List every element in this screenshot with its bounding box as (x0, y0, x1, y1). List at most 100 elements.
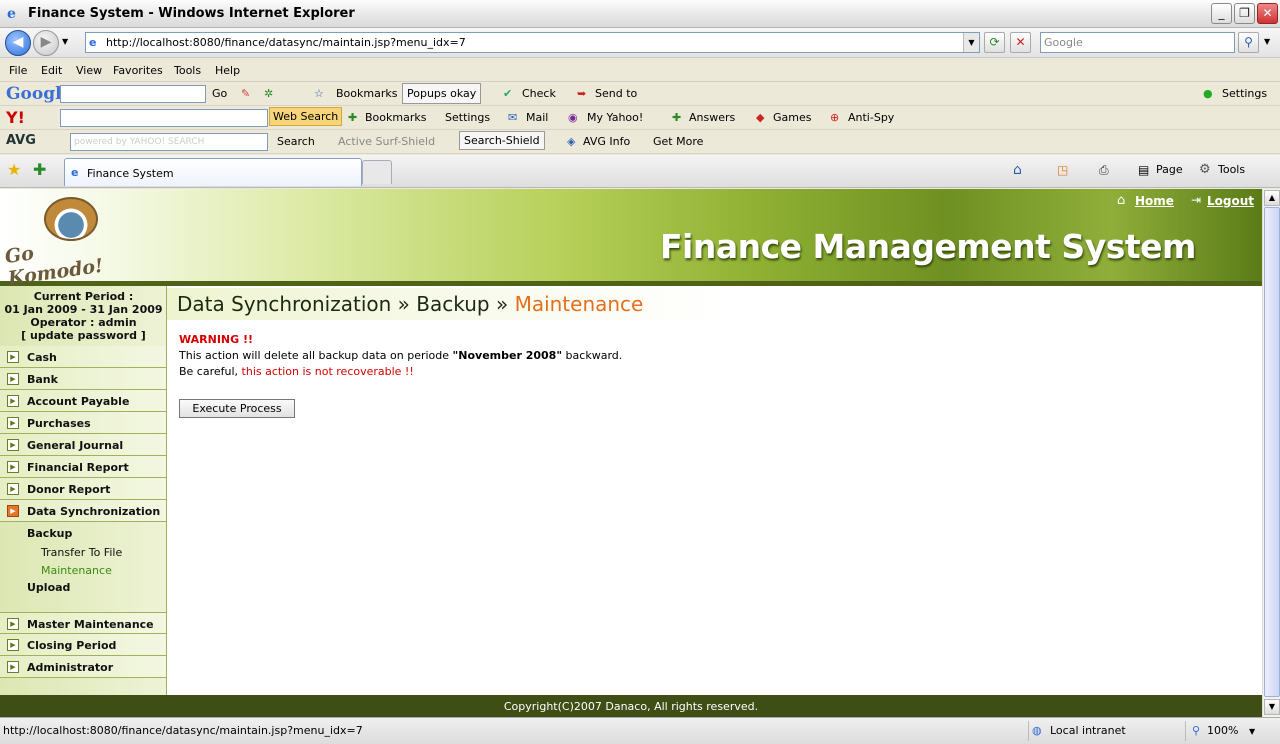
answers-button[interactable]: Answers (689, 111, 735, 124)
games-button[interactable]: Games (773, 111, 811, 124)
zoom-dropdown-icon[interactable]: ▼ (1249, 727, 1255, 736)
expand-icon: ▶ (7, 461, 19, 473)
menu-help[interactable]: Help (215, 64, 240, 77)
stop-button[interactable]: ✕ (1010, 32, 1031, 53)
add-favorite-icon[interactable]: ✚ (33, 160, 46, 179)
expand-icon: ▶ (7, 483, 19, 495)
search-options-icon[interactable]: ▼ (1264, 37, 1270, 46)
history-dropdown-icon[interactable]: ▼ (62, 37, 68, 46)
avg-search-input[interactable]: powered by YAHOO! SEARCH (70, 133, 268, 151)
sidebar-item-administrator[interactable]: ▶ Administrator (0, 656, 166, 678)
print-icon[interactable]: ⎙ (1099, 163, 1109, 178)
breadcrumb-separator: » (397, 292, 410, 316)
sidebar-item-account-payable[interactable]: ▶ Account Payable (0, 390, 166, 412)
warning-line-2: Be careful, this action is not recoverab… (179, 364, 622, 380)
spell-check-icon: ✔ (503, 87, 513, 100)
minimize-button[interactable]: _ (1211, 3, 1232, 24)
maximize-button[interactable]: ❐ (1234, 3, 1255, 24)
sidebar-item-donor-report[interactable]: ▶ Donor Report (0, 478, 166, 500)
forward-button[interactable]: ▶ (33, 30, 59, 56)
sidebar-item-data-synchronization[interactable]: ▶ Data Synchronization (0, 500, 166, 522)
status-url: http://localhost:8080/finance/datasync/m… (3, 724, 363, 737)
ie-logo-icon: e (7, 6, 16, 21)
google-settings-button[interactable]: Settings (1222, 87, 1267, 100)
sidebar-item-label: Purchases (27, 417, 91, 430)
search-shield-button[interactable]: Search-Shield (459, 131, 545, 150)
menu-edit[interactable]: Edit (41, 64, 62, 77)
yahoo-bookmarks-button[interactable]: Bookmarks (365, 111, 426, 124)
update-password-link[interactable]: [ update password ] (0, 329, 167, 342)
address-bar[interactable]: e http://localhost:8080/finance/datasync… (85, 32, 980, 53)
site-footer: Copyright(C)2007 Danaco, All rights rese… (0, 695, 1262, 717)
favorites-star-icon[interactable]: ★ (7, 160, 21, 179)
warning-title: WARNING !! (179, 333, 254, 346)
active-surf-shield-button[interactable]: Active Surf-Shield (338, 135, 435, 148)
yahoo-mail-button[interactable]: Mail (526, 111, 548, 124)
google-search-input[interactable] (60, 85, 206, 103)
execute-process-button[interactable]: Execute Process (179, 399, 295, 418)
home-link[interactable]: Home (1135, 194, 1174, 208)
scroll-down-icon[interactable]: ▼ (1264, 699, 1280, 715)
tools-gear-icon: ⚙ (1199, 162, 1211, 177)
send-to-button[interactable]: Send to (595, 87, 637, 100)
menu-tools[interactable]: Tools (174, 64, 201, 77)
yahoo-toolbar: Y! Web Search ✚ Bookmarks Settings ✉ Mai… (0, 106, 1280, 130)
anti-spy-button[interactable]: Anti-Spy (848, 111, 894, 124)
yahoo-web-search-button[interactable]: Web Search (269, 107, 343, 126)
menu-bar: File Edit View Favorites Tools Help (0, 58, 1280, 82)
search-go-button[interactable]: ⚲ (1238, 32, 1259, 53)
yahoo-settings-button[interactable]: Settings (445, 111, 490, 124)
zoom-level[interactable]: 100% (1207, 724, 1238, 737)
avg-toolbar: AVG powered by YAHOO! SEARCH Search Acti… (0, 130, 1280, 154)
tools-menu-button[interactable]: Tools (1218, 163, 1245, 176)
tab-finance-system[interactable]: e Finance System (64, 158, 362, 186)
sidebar-item-purchases[interactable]: ▶ Purchases (0, 412, 166, 434)
expand-icon: ▶ (7, 661, 19, 673)
close-button[interactable]: ✕ (1257, 3, 1278, 24)
expand-icon: ▶ (7, 439, 19, 451)
sidebar-item-closing-period[interactable]: ▶ Closing Period (0, 634, 166, 656)
get-more-button[interactable]: Get More (653, 135, 703, 148)
web-page: Go Komodo! ⌂ Home ⇥ Logout Finance Manag… (0, 189, 1262, 717)
sidebar-item-master-maintenance[interactable]: ▶ Master Maintenance (0, 612, 166, 634)
sidebar-item-general-journal[interactable]: ▶ General Journal (0, 434, 166, 456)
menu-file[interactable]: File (9, 64, 27, 77)
scroll-up-icon[interactable]: ▲ (1264, 190, 1280, 206)
feeds-icon[interactable]: ◳ (1057, 163, 1068, 177)
address-dropdown-icon[interactable]: ▼ (963, 33, 979, 52)
browser-window: e Finance System - Windows Internet Expl… (0, 0, 1280, 744)
avg-search-button[interactable]: Search (277, 135, 315, 148)
games-icon: ◆ (756, 111, 765, 124)
warning-line-1: This action will delete all backup data … (179, 348, 622, 364)
yahoo-search-input[interactable] (60, 109, 268, 127)
menu-favorites[interactable]: Favorites (113, 64, 163, 77)
logo-text: Go Komodo! (3, 242, 105, 290)
refresh-button[interactable]: ⟳ (984, 32, 1005, 53)
check-button[interactable]: Check (522, 87, 556, 100)
avg-info-button[interactable]: AVG Info (583, 135, 630, 148)
sidebar-item-label: General Journal (27, 439, 124, 452)
page-menu-button[interactable]: Page (1156, 163, 1183, 176)
popups-button[interactable]: Popups okay (402, 83, 482, 104)
google-apps-icon[interactable]: ✲ (264, 87, 273, 100)
search-input[interactable]: Google (1040, 32, 1235, 53)
answers-icon: ✚ (672, 111, 682, 124)
vertical-scrollbar[interactable]: ▲ ▼ (1262, 189, 1280, 717)
sidebar-item-financial-report[interactable]: ▶ Financial Report (0, 456, 166, 478)
caution-red-text: this action is not recoverable !! (241, 365, 414, 378)
menu-view[interactable]: View (76, 64, 102, 77)
google-bookmarks-button[interactable]: Bookmarks (336, 87, 397, 100)
google-go-button[interactable]: Go (212, 87, 227, 100)
new-tab-button[interactable] (362, 160, 392, 184)
go-komodo-logo: Go Komodo! (4, 195, 136, 290)
sidebar-item-bank[interactable]: ▶ Bank (0, 368, 166, 390)
scroll-thumb[interactable] (1264, 207, 1280, 697)
pagerank-icon[interactable]: ✎ (241, 87, 250, 100)
logout-link[interactable]: Logout (1207, 194, 1254, 208)
expand-icon: ▶ (7, 618, 19, 630)
sidebar-item-cash[interactable]: ▶ Cash (0, 346, 166, 368)
home-link-icon: ⌂ (1117, 193, 1126, 208)
my-yahoo-button[interactable]: My Yahoo! (587, 111, 643, 124)
home-icon[interactable]: ⌂ (1013, 162, 1022, 178)
back-button[interactable]: ◀ (5, 30, 31, 56)
